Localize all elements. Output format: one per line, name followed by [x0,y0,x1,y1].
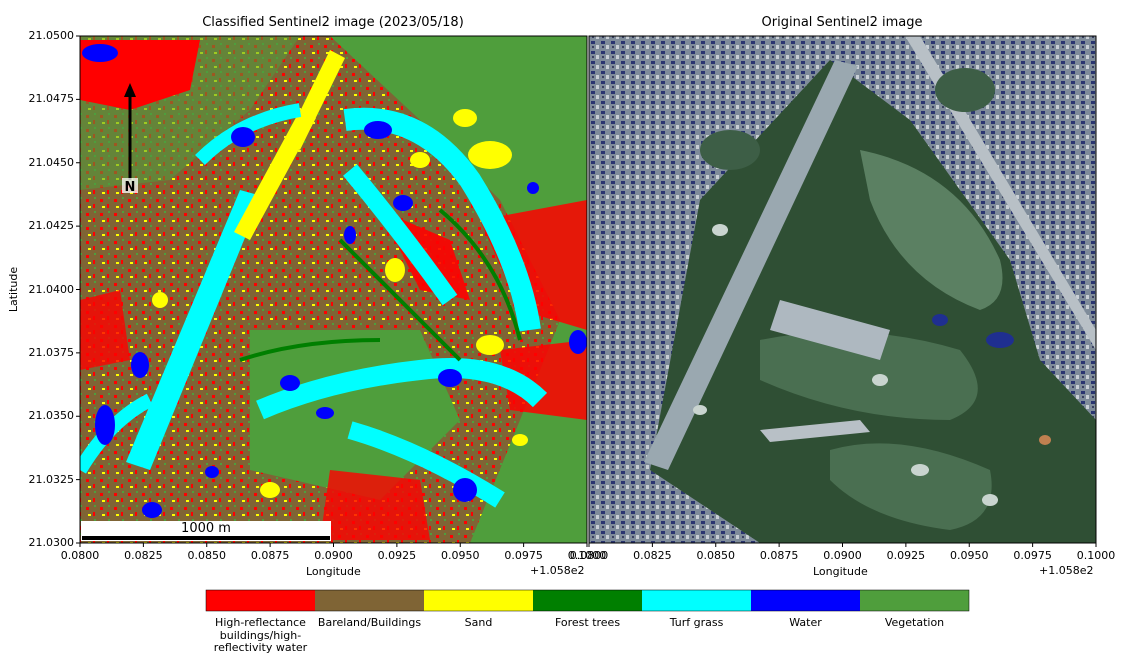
right-x-tick-label: 0.0875 [759,549,799,562]
building-cluster [320,470,430,540]
y-tick-label: 21.0475 [28,92,75,106]
right-x-tick-label: 0.0850 [696,549,736,562]
y-tick-label: 21.0425 [28,219,75,233]
legend-label: Water [789,616,822,629]
y-tick-label: 21.0300 [28,536,75,549]
y-tick-label: 21.0350 [28,409,75,423]
left-x-tick-label: 0.0925 [377,549,417,562]
legend-label: High-reflectance buildings/high-reflecti… [213,616,308,654]
legend-swatch [424,590,533,611]
right-x-offset-label: +1.058e2 [1039,564,1094,577]
legend-colorbar [205,589,970,612]
legend-swatch [315,590,424,611]
right-panel-title: Original Sentinel2 image [761,15,923,30]
legend-label: Turf grass [669,616,724,629]
left-panel-title: Classified Sentinel2 image (2023/05/18) [202,15,464,30]
legend-swatch [860,590,969,611]
left-x-tick-label: 0.0850 [187,549,227,562]
left-x-tick-label: 0.0900 [314,549,353,562]
legend-swatch [206,590,315,611]
right-x-tick-label: 0.0925 [886,549,926,562]
legend-label: Bareland/Buildings [317,616,422,629]
right-x-tick-label: 0.0825 [633,549,672,562]
right-x-tick-label: 0.0900 [823,549,862,562]
left-x-offset-label: +1.058e2 [530,564,585,577]
y-tick-label: 21.0500 [28,29,75,42]
right-x-tick-label: 0.0975 [1013,549,1052,562]
legend-label: Forest trees [554,616,621,629]
satellite-image [589,36,1096,543]
left-x-tick-label: 0.0975 [504,549,543,562]
legend-label: Sand [464,616,493,629]
right-x-tick-label: 0.0950 [950,549,989,562]
left-x-axis-label: Longitude [306,565,361,578]
left-x-tick-label: 0.0875 [250,549,290,562]
legend-swatch [533,590,642,611]
legend-swatch [751,590,860,611]
left-x-tick-label: 0.0800 [60,549,100,562]
classified-map [80,36,587,543]
left-x-tick-label: 0.0950 [441,549,480,562]
north-arrow-label: N [125,180,136,195]
scale-bar-label: 1000 m [181,521,231,536]
y-tick-label: 21.0400 [28,282,75,296]
legend-swatch [642,590,751,611]
y-tick-label: 21.0450 [28,155,75,169]
left-x-tick-label: 0.0825 [124,549,163,562]
y-tick-label: 21.0375 [28,345,75,359]
y-tick-label: 21.0325 [28,472,75,486]
legend-label: Vegetation [884,616,945,629]
right-x-tick-label: 0.0800 [569,549,609,562]
right-x-axis-label: Longitude [813,565,868,578]
right-x-tick-label: 0.1000 [1076,549,1116,562]
